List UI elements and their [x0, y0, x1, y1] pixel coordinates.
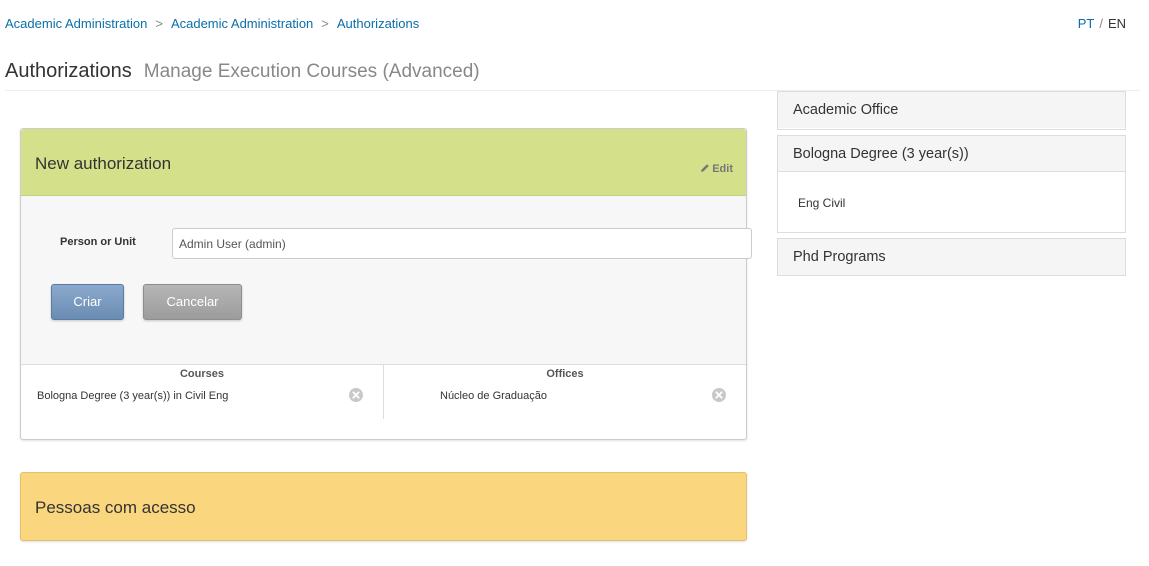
offices-column: Offices Núcleo de Graduação: [384, 365, 746, 419]
sidebar-phd-programs: Phd Programs: [777, 238, 1126, 276]
breadcrumb-separator: >: [155, 16, 163, 31]
breadcrumb: Academic Administration > Academic Adminis…: [5, 16, 419, 31]
breadcrumb-academic-administration-2[interactable]: Academic Administration: [171, 16, 313, 31]
person-or-unit-input[interactable]: [172, 228, 752, 259]
sidebar-academic-office: Academic Office: [777, 91, 1126, 130]
language-pt-link[interactable]: PT: [1078, 16, 1095, 31]
person-or-unit-label: Person or Unit: [60, 236, 136, 248]
edit-label: Edit: [712, 163, 733, 175]
people-with-access-title: Pessoas com acesso: [35, 498, 196, 517]
language-switcher: PT / EN: [1078, 16, 1126, 31]
page-header: Authorizations Manage Execution Courses (…: [5, 60, 1140, 91]
course-item: Bologna Degree (3 year(s)) in Civil Eng: [37, 390, 229, 402]
offices-header: Offices: [546, 368, 584, 380]
create-button[interactable]: Criar: [51, 284, 124, 320]
edit-link[interactable]: Edit: [700, 163, 733, 175]
people-with-access-panel: Pessoas com acesso: [20, 472, 747, 541]
sidebar-academic-office-header[interactable]: Academic Office: [778, 92, 1125, 128]
sidebar-item-eng-civil[interactable]: Eng Civil: [798, 196, 845, 210]
authorization-table: Courses Bologna Degree (3 year(s)) in Ci…: [21, 364, 746, 439]
breadcrumb-separator: >: [321, 16, 329, 31]
remove-office-icon[interactable]: [712, 388, 726, 402]
new-authorization-title: New authorization: [35, 154, 172, 173]
remove-course-icon[interactable]: [349, 388, 363, 402]
office-item: Núcleo de Graduação: [440, 390, 548, 402]
sidebar-phd-programs-header[interactable]: Phd Programs: [778, 239, 1125, 275]
breadcrumb-academic-administration-1[interactable]: Academic Administration: [5, 16, 147, 31]
language-en-current: EN: [1107, 16, 1126, 31]
page-subtitle: Manage Execution Courses (Advanced): [143, 61, 480, 82]
new-authorization-header: New authorization Edit: [21, 129, 746, 196]
cancel-button[interactable]: Cancelar: [143, 284, 242, 320]
courses-column: Courses Bologna Degree (3 year(s)) in Ci…: [21, 365, 384, 419]
breadcrumb-authorizations[interactable]: Authorizations: [337, 16, 419, 31]
sidebar-bologna-degree: Bologna Degree (3 year(s)) Eng Civil: [777, 135, 1126, 233]
language-separator: /: [1099, 16, 1103, 31]
courses-header: Courses: [179, 368, 225, 380]
new-authorization-panel: New authorization Edit Person or Unit Cr…: [20, 128, 752, 440]
page-title: Authorizations: [5, 60, 132, 82]
pencil-icon: [701, 164, 710, 172]
sidebar-bologna-degree-header[interactable]: Bologna Degree (3 year(s)): [778, 136, 1125, 172]
